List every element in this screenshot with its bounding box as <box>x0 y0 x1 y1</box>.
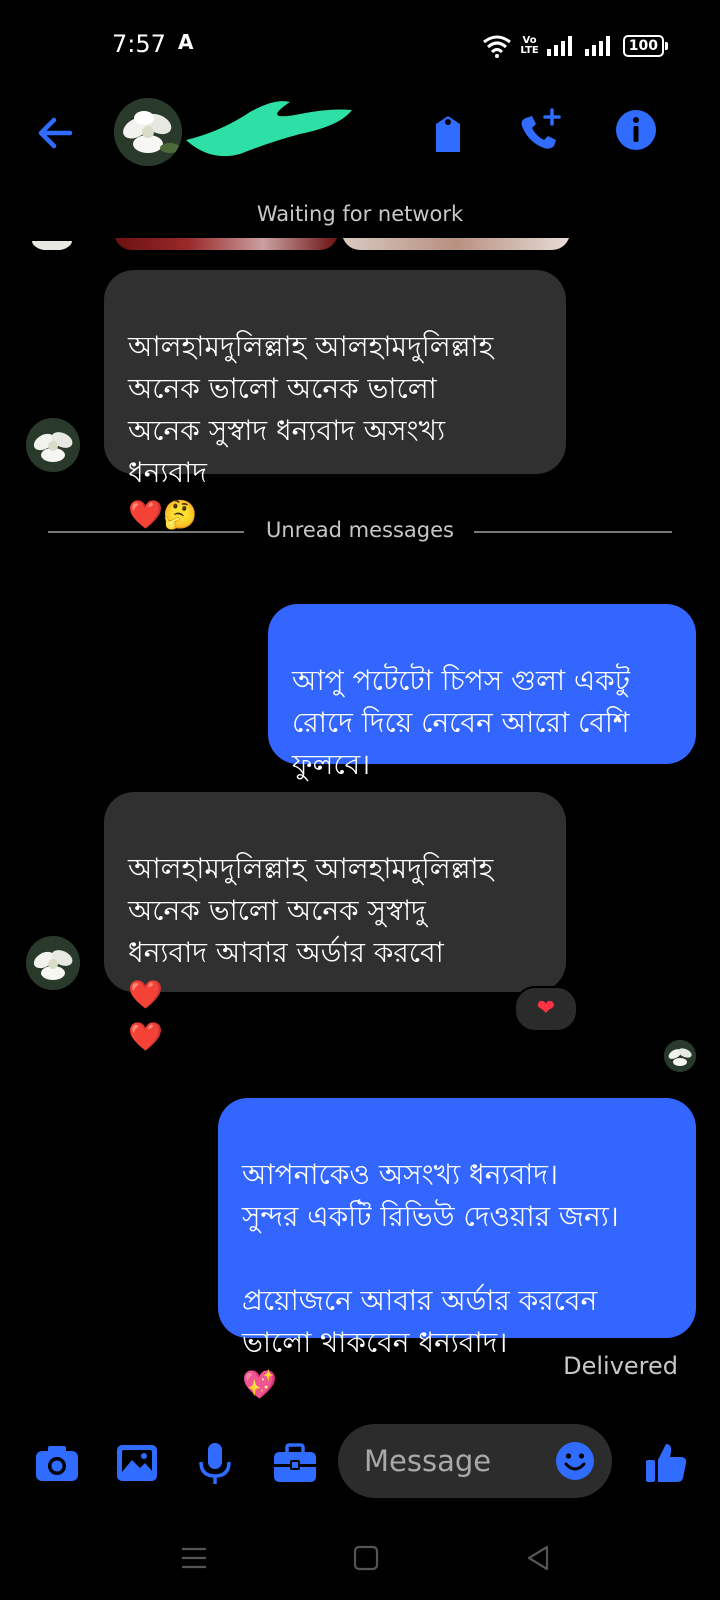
delivered-status: Delivered <box>563 1352 678 1380</box>
incoming-message[interactable]: আলহামদুলিল্লাহ আলহামদুলিল্লাহ অনেক ভালো … <box>104 270 566 531</box>
microphone-icon[interactable] <box>190 1438 240 1488</box>
notification-icon: A <box>178 30 194 54</box>
signal-icon-1 <box>546 36 577 56</box>
redacted-contact-name <box>180 92 364 164</box>
message-emoji: 💖 <box>242 1368 277 1401</box>
image-attachment-1[interactable] <box>114 238 338 250</box>
back-arrow-icon[interactable] <box>30 108 80 158</box>
contact-avatar[interactable] <box>114 98 182 166</box>
back-nav-icon[interactable] <box>518 1538 558 1578</box>
unread-label: Unread messages <box>250 518 470 542</box>
heart-reaction[interactable]: ❤ <box>514 986 578 1032</box>
info-icon[interactable] <box>610 104 662 156</box>
battery-indicator: 100 <box>622 35 669 57</box>
message-emoji: ❤️ ❤️ <box>128 978 163 1053</box>
message-text: আপনাকেও অসংখ্য ধন্যবাদ। সুন্দর একটি রিভি… <box>242 1158 619 1359</box>
contact-avatar-partial <box>30 238 74 250</box>
add-call-icon[interactable] <box>514 104 566 156</box>
wifi-icon <box>482 34 512 58</box>
tag-icon[interactable] <box>422 104 474 156</box>
network-status: Waiting for network <box>256 202 464 226</box>
outgoing-message[interactable]: আপু পটেটো চিপস গুলা একটু রোদে দিয়ে নেবে… <box>268 604 696 781</box>
briefcase-icon[interactable] <box>270 1438 320 1488</box>
incoming-message[interactable]: আলহামদুলিল্লাহ আলহামদুলিল্লাহ অনেক ভালো … <box>104 792 566 1053</box>
thumbs-up-icon[interactable] <box>642 1438 692 1488</box>
sender-avatar[interactable] <box>26 418 80 472</box>
outgoing-message[interactable]: আপনাকেও অসংখ্য ধন্যবাদ। সুন্দর একটি রিভি… <box>218 1098 696 1401</box>
status-time: 7:57 <box>112 30 166 58</box>
seen-avatar <box>664 1040 696 1072</box>
sender-avatar[interactable] <box>26 936 80 990</box>
menu-nav-icon[interactable] <box>174 1538 214 1578</box>
message-input[interactable] <box>362 1438 546 1484</box>
volte-label: Vo LTE <box>520 35 539 56</box>
home-nav-icon[interactable] <box>346 1538 386 1578</box>
status-icons: Vo LTE 100 <box>482 34 669 58</box>
previous-image-attachments[interactable] <box>114 238 570 250</box>
image-icon[interactable] <box>112 1438 162 1488</box>
message-text: আলহামদুলিল্লাহ আলহামদুলিল্লাহ অনেক ভালো … <box>128 852 494 969</box>
message-text: আলহামদুলিল্লাহ আলহামদুলিল্লাহ অনেক ভালো … <box>128 330 494 489</box>
emoji-icon[interactable] <box>554 1440 596 1482</box>
message-composer[interactable] <box>338 1424 612 1498</box>
message-text: আপু পটেটো চিপস গুলা একটু রোদে দিয়ে নেবে… <box>292 664 630 781</box>
camera-icon[interactable] <box>32 1438 82 1488</box>
unread-divider: Unread messages <box>0 518 720 542</box>
signal-icon-2 <box>584 36 615 56</box>
image-attachment-2[interactable] <box>342 238 570 250</box>
